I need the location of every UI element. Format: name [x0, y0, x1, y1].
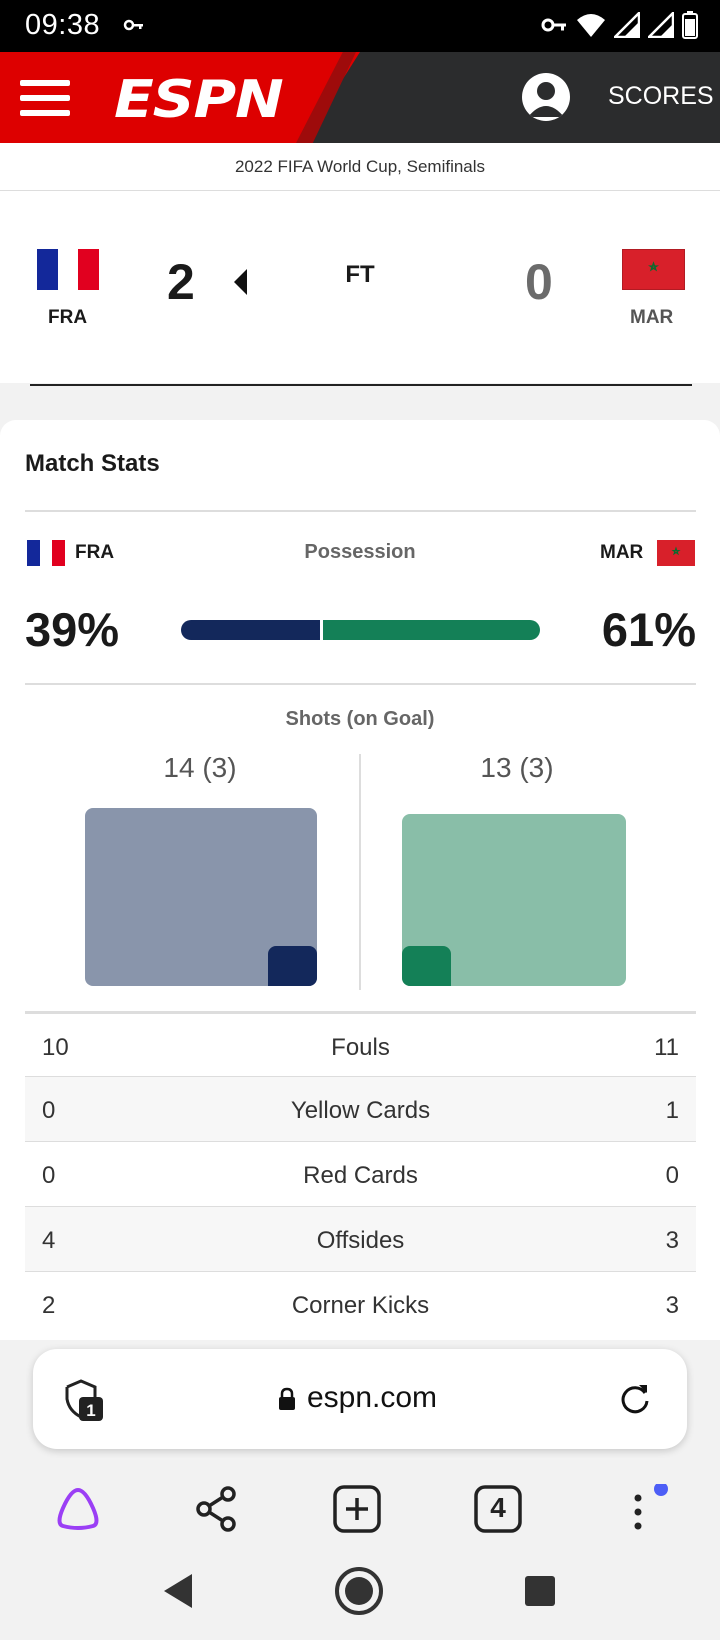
away-stat-value: 0: [665, 1162, 679, 1189]
menu-icon[interactable]: [20, 80, 70, 116]
scores-link[interactable]: SCORES: [608, 82, 714, 111]
away-shots-box: [402, 814, 626, 986]
reload-icon[interactable]: [617, 1381, 653, 1417]
match-stats-title: Match Stats: [25, 450, 160, 477]
system-nav-bar: [0, 1552, 720, 1640]
possession-bar-home: [181, 620, 320, 640]
away-team-label: MAR: [600, 542, 644, 563]
signal-icon-2: [648, 12, 674, 38]
divider: [25, 510, 696, 512]
scoreboard: FRA 2 FT 0 MAR: [0, 191, 720, 386]
espn-header: ESPN SCORES: [0, 52, 720, 143]
home-possession-pct: 39%: [25, 603, 120, 656]
away-shots-value: 13 (3): [480, 752, 554, 783]
away-team-abbr[interactable]: MAR: [630, 307, 673, 329]
page: 09:38 ESPN SCORES 2022 FIFA World Cup, S…: [0, 0, 720, 1640]
away-stat-value: 11: [654, 1034, 679, 1061]
stat-name: Offsides: [316, 1227, 405, 1254]
stat-name: Red Cards: [303, 1162, 418, 1189]
stat-name: Fouls: [331, 1034, 390, 1061]
tab-count: 4: [490, 1492, 506, 1523]
stat-name: Yellow Cards: [290, 1097, 431, 1124]
more-menu-icon[interactable]: [614, 1484, 674, 1534]
battery-icon: [682, 11, 698, 39]
key-icon: [123, 19, 143, 31]
divider: [25, 683, 696, 685]
address-bar[interactable]: 1 espn.com: [33, 1349, 687, 1449]
tabs-button[interactable]: 4: [473, 1484, 523, 1534]
stat-row-corner-kicks: 2 Corner Kicks 3: [25, 1271, 696, 1336]
morocco-flag-icon: [657, 540, 695, 566]
stat-row-offsides: 4 Offsides 3: [25, 1206, 696, 1271]
score-divider: [30, 384, 692, 386]
stat-row-fouls: 10 Fouls 11: [25, 1011, 696, 1076]
away-possession-pct: 61%: [601, 603, 696, 656]
alice-assistant-icon[interactable]: [53, 1484, 103, 1534]
possession-bar-away: [323, 620, 540, 640]
stat-name: Corner Kicks: [291, 1292, 430, 1319]
stat-row-red-cards: 0 Red Cards 0: [25, 1141, 696, 1206]
away-score: 0: [525, 254, 553, 310]
away-on-goal-box: [402, 946, 451, 986]
stats-table: 10 Fouls 11 0 Yellow Cards 1 0 Red Cards…: [25, 1011, 696, 1336]
espn-logo[interactable]: ESPN: [114, 70, 284, 130]
back-icon[interactable]: [160, 1572, 194, 1610]
status-icons: [540, 11, 698, 39]
stat-row-yellow-cards: 0 Yellow Cards 1: [25, 1076, 696, 1141]
away-stat-value: 3: [665, 1292, 679, 1319]
home-icon[interactable]: [334, 1566, 384, 1616]
match-stats-card: Match Stats FRA Possession MAR 39% 61% S…: [0, 420, 720, 1340]
away-stat-value: 3: [665, 1227, 679, 1254]
home-shots-box: [85, 808, 317, 986]
match-status: FT: [345, 261, 375, 288]
home-team-abbr[interactable]: FRA: [48, 307, 87, 329]
signal-icon: [614, 12, 640, 38]
share-icon[interactable]: [192, 1484, 242, 1534]
shots-label: Shots (on Goal): [285, 708, 435, 730]
morocco-flag-icon: [622, 249, 685, 290]
profile-icon[interactable]: [522, 73, 570, 121]
wifi-icon: [577, 14, 605, 37]
tournament-title: 2022 FIFA World Cup, Semifinals: [0, 143, 720, 191]
recents-icon[interactable]: [523, 1574, 557, 1608]
new-tab-icon[interactable]: [332, 1484, 382, 1534]
url-text[interactable]: espn.com: [33, 1381, 687, 1415]
home-shots-value: 14 (3): [163, 752, 237, 783]
home-on-goal-box: [268, 946, 317, 986]
status-time: 09:38: [25, 9, 101, 41]
browser-toolbar: 4: [0, 1462, 720, 1552]
away-stat-value: 1: [665, 1097, 679, 1124]
shots-divider: [359, 754, 361, 990]
possession-bar: [181, 620, 540, 640]
status-bar: 09:38: [0, 0, 720, 52]
vpn-key-icon: [541, 18, 566, 32]
